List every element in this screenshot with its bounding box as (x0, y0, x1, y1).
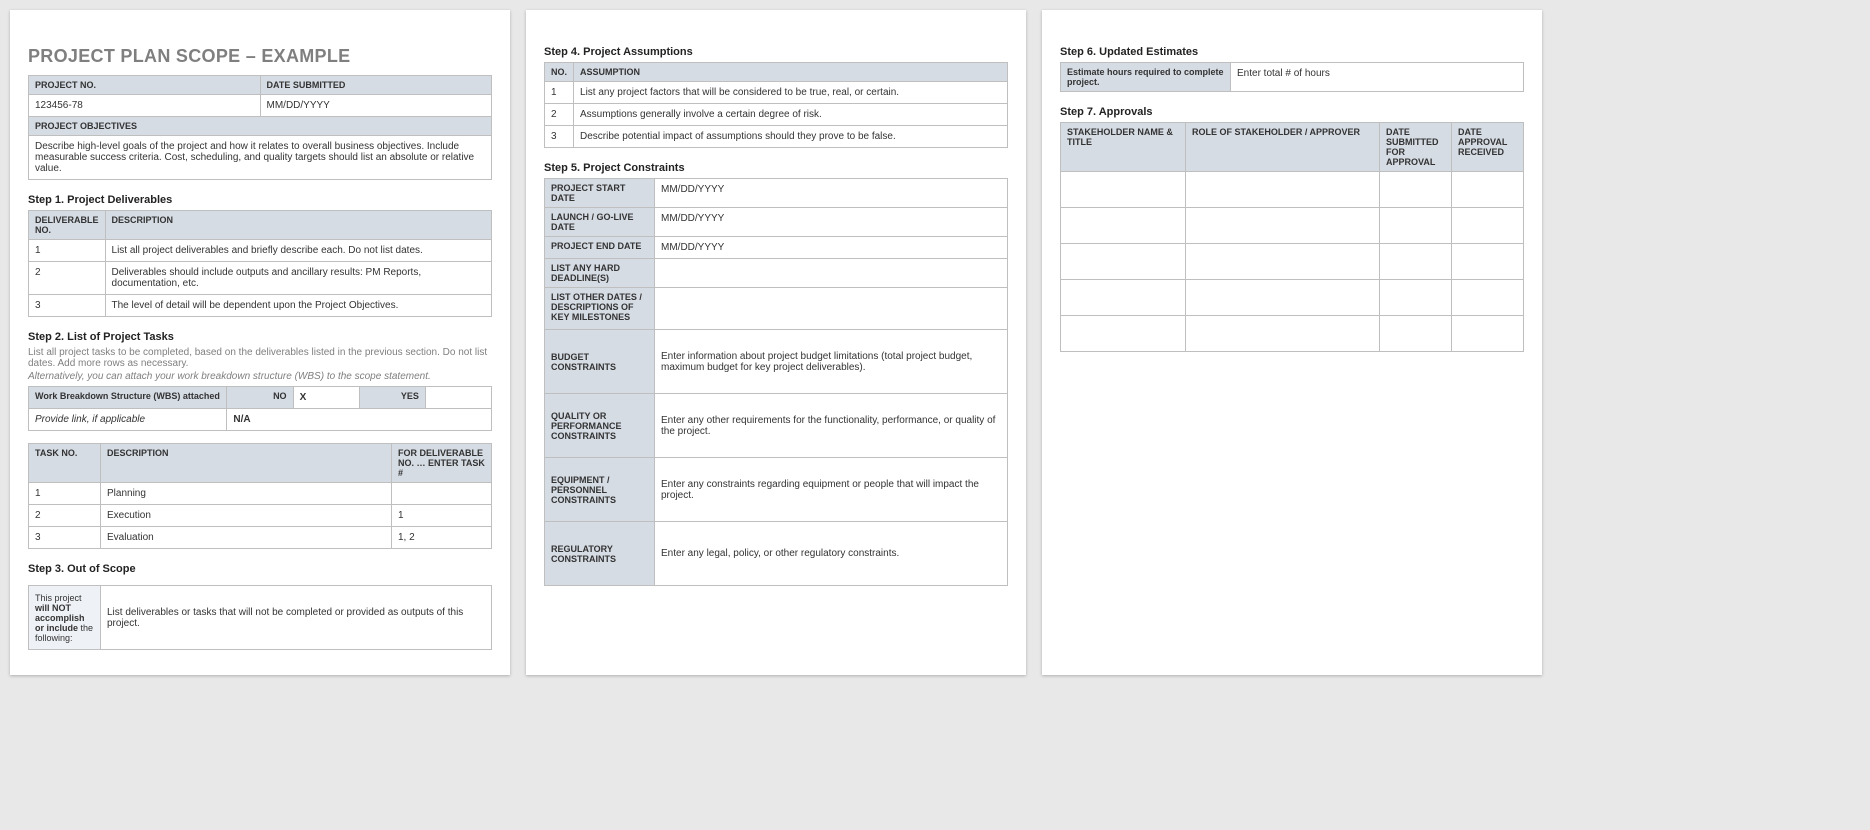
wbs-link-value: N/A (227, 409, 492, 431)
project-no-value: 123456-78 (29, 95, 261, 117)
task-for: 1 (392, 505, 492, 527)
wbs-table: Work Breakdown Structure (WBS) attached … (28, 386, 492, 431)
table-row (1061, 280, 1524, 316)
task-desc: Evaluation (101, 527, 392, 549)
date-submitted-header: DATE SUBMITTED (260, 76, 492, 95)
c-budget-val: Enter information about project budget l… (655, 330, 1008, 394)
deliv-no: 3 (29, 295, 106, 317)
table-row (1061, 316, 1524, 352)
approvals-table: STAKEHOLDER NAME & TITLE ROLE OF STAKEHO… (1060, 122, 1524, 352)
wbs-yes-label: YES (359, 387, 425, 409)
table-row (1061, 208, 1524, 244)
step3-heading: Step 3. Out of Scope (28, 563, 492, 575)
assump-desc: Describe potential impact of assumptions… (574, 126, 1008, 148)
appr-col3: DATE SUBMITTED FOR APPROVAL (1380, 123, 1452, 172)
doc-title: PROJECT PLAN SCOPE – EXAMPLE (28, 46, 492, 67)
page-3: Step 6. Updated Estimates Estimate hours… (1042, 10, 1542, 675)
task-desc: Planning (101, 483, 392, 505)
step6-heading: Step 6. Updated Estimates (1060, 46, 1524, 58)
step5-heading: Step 5. Project Constraints (544, 162, 1008, 174)
est-label: Estimate hours required to complete proj… (1061, 63, 1231, 92)
deliv-desc: Deliverables should include outputs and … (105, 262, 491, 295)
task-col3: FOR DELIVERABLE NO. … ENTER TASK # (392, 444, 492, 483)
c-hard-val (655, 259, 1008, 288)
task-no: 2 (29, 505, 101, 527)
c-hard-label: LIST ANY HARD DEADLINE(S) (545, 259, 655, 288)
task-no: 3 (29, 527, 101, 549)
c-live-label: LAUNCH / GO-LIVE DATE (545, 208, 655, 237)
assump-desc: List any project factors that will be co… (574, 82, 1008, 104)
task-for (392, 483, 492, 505)
step4-heading: Step 4. Project Assumptions (544, 46, 1008, 58)
out-of-scope-table: This project will NOT accomplish or incl… (28, 585, 492, 650)
c-end-label: PROJECT END DATE (545, 237, 655, 259)
constraints-table: PROJECT START DATEMM/DD/YYYY LAUNCH / GO… (544, 178, 1008, 586)
task-no: 1 (29, 483, 101, 505)
page-2: Step 4. Project Assumptions NO. ASSUMPTI… (526, 10, 1026, 675)
estimates-table: Estimate hours required to complete proj… (1060, 62, 1524, 92)
task-for: 1, 2 (392, 527, 492, 549)
oos-p1: This project (35, 593, 82, 603)
step2-heading: Step 2. List of Project Tasks (28, 331, 492, 343)
deliv-col2: DESCRIPTION (105, 211, 491, 240)
c-other-val (655, 288, 1008, 330)
assump-no: 2 (545, 104, 574, 126)
c-start-val: MM/DD/YYYY (655, 179, 1008, 208)
task-col2: DESCRIPTION (101, 444, 392, 483)
appr-col4: DATE APPROVAL RECEIVED (1452, 123, 1524, 172)
c-quality-label: QUALITY OR PERFORMANCE CONSTRAINTS (545, 394, 655, 458)
c-live-val: MM/DD/YYYY (655, 208, 1008, 237)
table-row (1061, 244, 1524, 280)
deliv-desc: The level of detail will be dependent up… (105, 295, 491, 317)
c-reg-label: REGULATORY CONSTRAINTS (545, 522, 655, 586)
est-value: Enter total # of hours (1231, 63, 1524, 92)
page-1: PROJECT PLAN SCOPE – EXAMPLE PROJECT NO.… (10, 10, 510, 675)
deliv-no: 2 (29, 262, 106, 295)
c-end-val: MM/DD/YYYY (655, 237, 1008, 259)
objectives-text: Describe high-level goals of the project… (29, 136, 492, 180)
date-submitted-value: MM/DD/YYYY (260, 95, 492, 117)
c-equip-val: Enter any constraints regarding equipmen… (655, 458, 1008, 522)
deliv-col1: DELIVERABLE NO. (29, 211, 106, 240)
task-col1: TASK NO. (29, 444, 101, 483)
c-budget-label: BUDGET CONSTRAINTS (545, 330, 655, 394)
deliv-no: 1 (29, 240, 106, 262)
objectives-header: PROJECT OBJECTIVES (29, 117, 492, 136)
wbs-link-label: Provide link, if applicable (29, 409, 227, 431)
c-other-label: LIST OTHER DATES / DESCRIPTIONS OF KEY M… (545, 288, 655, 330)
wbs-no-label: NO (227, 387, 293, 409)
tasks-table: TASK NO. DESCRIPTION FOR DELIVERABLE NO.… (28, 443, 492, 549)
out-of-scope-label: This project will NOT accomplish or incl… (29, 586, 101, 650)
wbs-no-value: X (293, 387, 359, 409)
step1-heading: Step 1. Project Deliverables (28, 194, 492, 206)
step2-note1: List all project tasks to be completed, … (28, 347, 492, 369)
assump-desc: Assumptions generally involve a certain … (574, 104, 1008, 126)
c-reg-val: Enter any legal, policy, or other regula… (655, 522, 1008, 586)
c-start-label: PROJECT START DATE (545, 179, 655, 208)
step2-note2: Alternatively, you can attach your work … (28, 371, 492, 382)
project-no-header: PROJECT NO. (29, 76, 261, 95)
table-row (1061, 172, 1524, 208)
assump-no: 3 (545, 126, 574, 148)
task-desc: Execution (101, 505, 392, 527)
appr-col1: STAKEHOLDER NAME & TITLE (1061, 123, 1186, 172)
wbs-label: Work Breakdown Structure (WBS) attached (29, 387, 227, 409)
deliv-desc: List all project deliverables and briefl… (105, 240, 491, 262)
c-quality-val: Enter any other requirements for the fun… (655, 394, 1008, 458)
step7-heading: Step 7. Approvals (1060, 106, 1524, 118)
deliverables-table: DELIVERABLE NO. DESCRIPTION 1List all pr… (28, 210, 492, 317)
page-spread: PROJECT PLAN SCOPE – EXAMPLE PROJECT NO.… (10, 10, 1860, 675)
assump-no: 1 (545, 82, 574, 104)
assump-col2: ASSUMPTION (574, 63, 1008, 82)
meta-table: PROJECT NO. DATE SUBMITTED 123456-78 MM/… (28, 75, 492, 180)
assump-col1: NO. (545, 63, 574, 82)
appr-col2: ROLE OF STAKEHOLDER / APPROVER (1186, 123, 1380, 172)
wbs-yes-value (425, 387, 491, 409)
assumptions-table: NO. ASSUMPTION 1List any project factors… (544, 62, 1008, 148)
out-of-scope-text: List deliverables or tasks that will not… (101, 586, 492, 650)
c-equip-label: EQUIPMENT / PERSONNEL CONSTRAINTS (545, 458, 655, 522)
